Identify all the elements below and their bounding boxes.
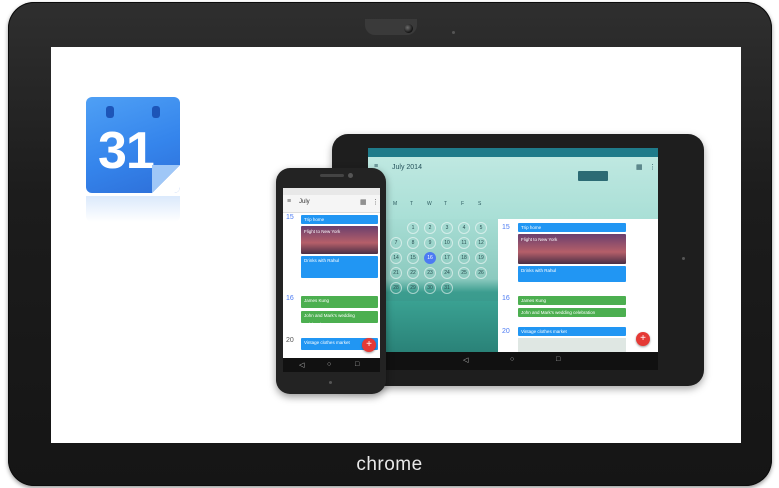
recents-icon[interactable]: □ (355, 361, 359, 368)
agenda-event[interactable]: Drinks with Rahul (518, 266, 626, 282)
day-cell[interactable]: 1 (407, 222, 419, 234)
day-cell[interactable]: 9 (424, 237, 436, 249)
day-cell[interactable]: 30 (424, 282, 436, 294)
calendar-icon-body: 31 (86, 97, 180, 193)
ship-illustration (578, 171, 608, 181)
tablet-app-header: ≡ July 2014 ▦ ⋮ SMTWTFS (368, 157, 658, 219)
tablet-screen: ≡ July 2014 ▦ ⋮ SMTWTFS 1234567891011121… (368, 148, 658, 370)
tablet-status-bar (368, 148, 658, 157)
back-icon[interactable]: ◁ (299, 361, 304, 369)
event-title: Flight to New York (304, 229, 341, 234)
agenda-event[interactable]: James Kung (518, 296, 626, 305)
phone-speaker (320, 174, 344, 177)
menu-icon[interactable]: ≡ (287, 198, 291, 205)
add-event-fab[interactable]: + (362, 338, 376, 352)
day-cell[interactable]: 7 (390, 237, 402, 249)
agenda-day-number: 15 (286, 214, 294, 221)
google-calendar-app-icon[interactable]: 31 (86, 97, 182, 195)
phone-nav-bar: ◁ ○ □ (283, 358, 380, 372)
phone-month-title[interactable]: July (299, 199, 310, 205)
day-cell[interactable]: 26 (475, 267, 487, 279)
overflow-menu-icon[interactable]: ⋮ (372, 198, 379, 206)
day-cell[interactable]: 31 (441, 282, 453, 294)
calendar-today-icon[interactable]: ▦ (360, 198, 367, 206)
add-event-fab[interactable]: + (636, 332, 650, 346)
agenda-day-number: 20 (286, 337, 294, 344)
day-cell[interactable]: 8 (407, 237, 419, 249)
agenda-event[interactable]: John and Mark's wedding celebration (518, 308, 626, 317)
weekday-label: T (444, 201, 448, 207)
day-cell[interactable]: 22 (407, 267, 419, 279)
day-cell-today[interactable]: 16 (424, 252, 436, 264)
day-cell[interactable]: 2 (424, 222, 436, 234)
weekday-label: S (478, 201, 482, 207)
agenda-event[interactable]: John and Mark's wedding celebration (301, 311, 378, 327)
home-icon[interactable]: ○ (327, 361, 331, 368)
day-cell[interactable]: 4 (458, 222, 470, 234)
tablet-nav-bar: ◁ ○ □ (368, 352, 658, 370)
phone-app-bar: ≡ July ▦ ⋮ (283, 195, 380, 213)
agenda-event[interactable]: Trip home (518, 223, 626, 232)
day-cell[interactable]: 24 (441, 267, 453, 279)
phone-sensor (329, 381, 332, 384)
tablet-sensor (682, 257, 685, 260)
home-icon[interactable]: ○ (510, 356, 514, 363)
day-cell[interactable]: 15 (407, 252, 419, 264)
weekday-label: W (427, 201, 432, 207)
calendar-today-icon[interactable]: ▦ (636, 163, 643, 171)
agenda-event[interactable]: Trip home (301, 215, 378, 224)
sea-illustration (368, 301, 498, 352)
day-cell[interactable]: 17 (441, 252, 453, 264)
recents-icon[interactable]: □ (556, 356, 560, 363)
agenda-event-image[interactable]: Flight to New York (301, 226, 378, 254)
agenda-day-number: 16 (286, 295, 294, 302)
month-grid-panel: 1234567891011121314151617181920212223242… (368, 219, 498, 352)
day-cell[interactable]: 3 (441, 222, 453, 234)
agenda-day-number: 16 (502, 295, 510, 302)
day-cell[interactable]: 21 (390, 267, 402, 279)
tablet-agenda-panel: 15 Trip home Flight to New York Drinks w… (498, 219, 658, 352)
back-icon[interactable]: ◁ (463, 356, 468, 364)
phone-screen: ≡ July ▦ ⋮ 15 Trip home Flight to New Yo… (283, 188, 380, 372)
day-cell[interactable]: 5 (475, 222, 487, 234)
agenda-day-number: 15 (502, 224, 510, 231)
event-title: Drinks with Rahul (304, 258, 340, 263)
agenda-event[interactable]: Vintage clothes market (518, 327, 626, 336)
agenda-day-number: 20 (502, 328, 510, 335)
weekday-label: F (461, 201, 465, 207)
map-thumbnail (518, 338, 626, 352)
agenda-event[interactable]: Drinks with Rahul (301, 256, 378, 278)
agenda-event-image[interactable]: Flight to New York (518, 234, 626, 264)
weekday-label: M (393, 201, 398, 207)
day-cell[interactable]: 14 (390, 252, 402, 264)
calendar-icon-reflection (86, 196, 180, 222)
tablet-month-title[interactable]: July 2014 (392, 164, 422, 171)
month-day-grid: 1234567891011121314151617181920212223242… (368, 219, 498, 299)
day-cell[interactable]: 29 (407, 282, 419, 294)
webcam-icon (404, 24, 413, 33)
day-cell[interactable]: 18 (458, 252, 470, 264)
event-title: Flight to New York (521, 237, 558, 242)
binder-ring-icon (152, 106, 160, 118)
event-title: Drinks with Rahul (521, 268, 557, 273)
phone-camera-icon (348, 173, 353, 178)
agenda-event[interactable]: James Kung (301, 296, 378, 308)
phone-status-bar (283, 188, 380, 195)
calendar-icon-number: 31 (98, 122, 155, 180)
day-cell[interactable]: 23 (424, 267, 436, 279)
day-cell[interactable]: 11 (458, 237, 470, 249)
day-cell[interactable]: 28 (390, 282, 402, 294)
day-cell[interactable]: 25 (458, 267, 470, 279)
chrome-logo: chrome (356, 454, 423, 475)
day-cell[interactable]: 12 (475, 237, 487, 249)
overflow-menu-icon[interactable]: ⋮ (649, 163, 656, 171)
day-cell[interactable]: 10 (441, 237, 453, 249)
binder-ring-icon (106, 106, 114, 118)
day-cell[interactable]: 19 (475, 252, 487, 264)
weekday-label: T (410, 201, 414, 207)
microphone-dot (452, 31, 455, 34)
